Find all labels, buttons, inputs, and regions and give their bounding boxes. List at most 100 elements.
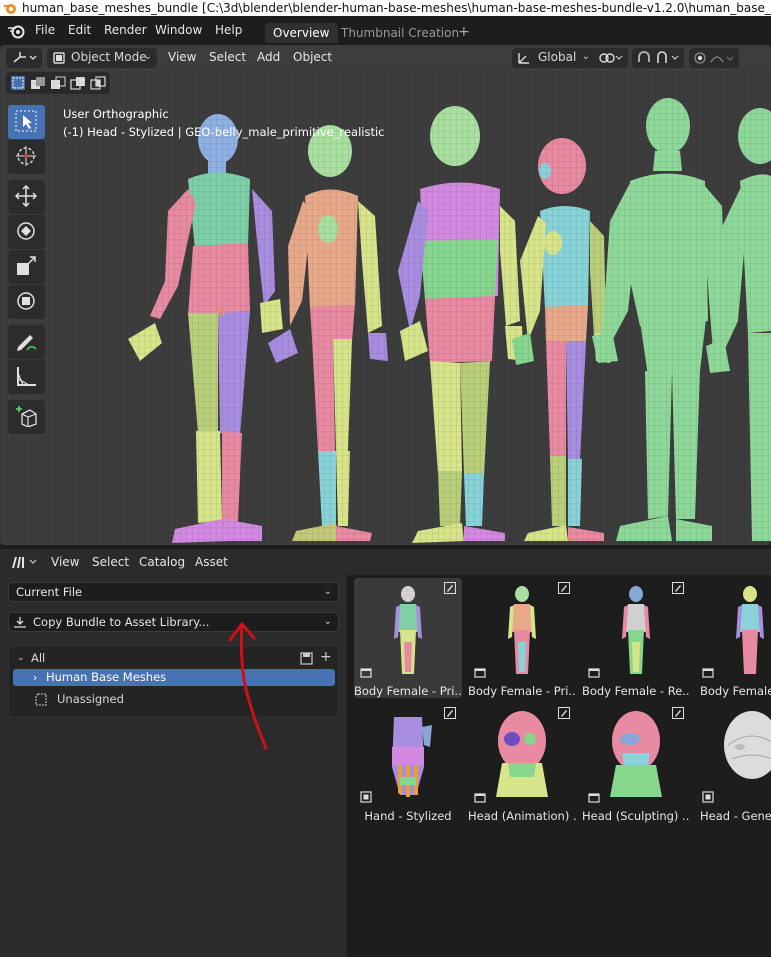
asset-library-label: Current File bbox=[16, 585, 83, 599]
asset-menu-catalog[interactable]: Catalog bbox=[139, 555, 185, 569]
asset-type-icon bbox=[588, 668, 600, 678]
asset-tile[interactable]: Hand - Stylized bbox=[354, 703, 462, 823]
object-type-icon bbox=[360, 791, 372, 803]
asset-type-icon bbox=[588, 793, 600, 803]
chevron-down-icon: ⌄ bbox=[323, 586, 332, 597]
asset-tile[interactable]: Body Female - Pri... bbox=[468, 578, 576, 698]
3d-cursor-icon bbox=[16, 146, 36, 166]
add-catalog-icon[interactable]: + bbox=[320, 649, 332, 666]
cursor-tool[interactable] bbox=[8, 140, 45, 174]
transform-tool[interactable] bbox=[8, 285, 45, 319]
import-method-dropdown[interactable]: Copy Bundle to Asset Library... ⌄ bbox=[8, 612, 339, 632]
asset-library-dropdown[interactable]: Current File ⌄ bbox=[8, 582, 339, 602]
asset-menu-select[interactable]: Select bbox=[92, 555, 129, 569]
measure-tool[interactable] bbox=[8, 360, 45, 394]
menu-window[interactable]: Window bbox=[155, 23, 202, 37]
catalog-item-human-base-meshes[interactable]: › Human Base Meshes bbox=[13, 669, 335, 686]
asset-grid: Body Female - Pri... Body Female - Pri..… bbox=[347, 575, 771, 957]
tab-thumbnail-creation[interactable]: Thumbnail Creation bbox=[333, 23, 467, 43]
asset-tile[interactable]: Body Female - Pri... bbox=[354, 578, 462, 698]
3d-viewport[interactable]: Object Mode ⌄ View Select Add Object Glo… bbox=[0, 45, 771, 545]
mode-label: Object Mode bbox=[71, 50, 147, 64]
proportional-edit-toggle[interactable] bbox=[689, 48, 739, 68]
edit-icon[interactable] bbox=[558, 707, 570, 719]
viewport-menu-add[interactable]: Add bbox=[257, 50, 280, 64]
mannequin-figures-scene[interactable] bbox=[0, 71, 771, 545]
menu-edit[interactable]: Edit bbox=[68, 23, 91, 37]
catalog-all-label: All bbox=[31, 651, 46, 665]
asset-thumbnail bbox=[394, 586, 422, 674]
asset-thumbnail bbox=[508, 586, 536, 674]
object-type-icon bbox=[702, 791, 714, 803]
viewport-menu-view[interactable]: View bbox=[168, 50, 196, 64]
asset-menu-view[interactable]: View bbox=[51, 555, 79, 569]
chevron-down-icon: ⌄ bbox=[17, 653, 25, 663]
transform-orientation-dropdown[interactable]: Global ⌄ bbox=[512, 48, 596, 68]
catalog-item-unassigned[interactable]: Unassigned bbox=[13, 691, 335, 708]
window-title: human_base_meshes_bundle [C:\3d\blender\… bbox=[22, 1, 771, 15]
asset-type-icon bbox=[702, 668, 714, 678]
top-menu-bar: File Edit Render Window Help Overview Th… bbox=[0, 16, 771, 45]
asset-tile[interactable]: Body Female - Re... bbox=[582, 578, 690, 698]
editor-type-button[interactable] bbox=[7, 552, 39, 572]
link-icon bbox=[599, 53, 623, 63]
move-tool[interactable] bbox=[8, 180, 45, 214]
catalog-tree: ⌄ All + › Human Base Meshes Unassigned bbox=[8, 645, 339, 717]
editor-type-button[interactable] bbox=[6, 48, 42, 68]
mode-dropdown[interactable]: Object Mode ⌄ bbox=[47, 48, 157, 68]
catalog-sidebar: Current File ⌄ Copy Bundle to Asset Libr… bbox=[0, 575, 347, 957]
add-workspace-icon[interactable]: + bbox=[458, 24, 470, 40]
viewport-menu-object[interactable]: Object bbox=[293, 50, 332, 64]
snap-magnet-icon bbox=[638, 51, 679, 63]
viewport-header: Object Mode ⌄ View Select Add Object Glo… bbox=[0, 45, 771, 71]
pencil-icon bbox=[17, 335, 37, 351]
asset-menu-asset[interactable]: Asset bbox=[195, 555, 228, 569]
rotate-tool[interactable] bbox=[8, 215, 45, 249]
menu-file[interactable]: File bbox=[35, 23, 55, 37]
view-name: User Orthographic bbox=[63, 107, 169, 121]
edit-icon[interactable] bbox=[444, 582, 456, 594]
object-mode-icon bbox=[53, 52, 65, 64]
scale-tool[interactable] bbox=[8, 250, 45, 284]
chevron-right-icon: › bbox=[33, 671, 38, 684]
asset-name: Head (Animation) ... bbox=[468, 809, 576, 823]
asset-browser-icon bbox=[12, 557, 37, 568]
chevron-down-icon: ⌄ bbox=[581, 51, 590, 62]
asset-name: Body Female - Re... bbox=[582, 684, 690, 698]
annotate-tool[interactable] bbox=[8, 325, 45, 359]
menu-render[interactable]: Render bbox=[104, 23, 147, 37]
viewport-menu-select[interactable]: Select bbox=[209, 50, 246, 64]
edit-icon[interactable] bbox=[444, 707, 456, 719]
blender-menu-icon[interactable] bbox=[7, 23, 25, 39]
asset-thumbnail bbox=[736, 586, 764, 674]
edit-icon[interactable] bbox=[672, 582, 684, 594]
asset-tile[interactable]: Head - Generic bbox=[696, 703, 771, 823]
edit-icon[interactable] bbox=[672, 707, 684, 719]
asset-name: Head - Generic bbox=[700, 809, 771, 823]
edit-icon[interactable] bbox=[558, 582, 570, 594]
orientation-axes-icon bbox=[518, 53, 529, 64]
asset-tile[interactable]: Head (Sculpting) ... bbox=[582, 703, 690, 823]
asset-browser-header: View Select Catalog Asset bbox=[0, 549, 771, 575]
tab-overview[interactable]: Overview bbox=[265, 23, 338, 43]
asset-name: Hand - Stylized bbox=[364, 809, 452, 823]
orientation-label: Global bbox=[538, 50, 577, 64]
viewport-info-overlay: User Orthographic (-1) Head - Stylized |… bbox=[63, 105, 384, 141]
catalog-all[interactable]: ⌄ All + bbox=[13, 649, 335, 667]
add-cube-tool[interactable] bbox=[8, 400, 45, 434]
asset-tile[interactable]: Head (Animation) ... bbox=[468, 703, 576, 823]
asset-type-icon bbox=[360, 668, 372, 678]
chevron-down-icon: ⌄ bbox=[323, 616, 332, 627]
asset-tile[interactable]: Body Female bbox=[696, 578, 771, 698]
snapping-toggle[interactable] bbox=[632, 48, 684, 68]
transform-icon bbox=[17, 292, 35, 310]
scale-icon bbox=[17, 256, 36, 275]
asset-thumbnail bbox=[496, 711, 548, 797]
asset-thumbnail bbox=[724, 711, 771, 779]
menu-help[interactable]: Help bbox=[215, 23, 242, 37]
asset-name: Body Female - Pri... bbox=[468, 684, 576, 698]
pivot-point-dropdown[interactable] bbox=[594, 48, 628, 68]
ruler-icon bbox=[17, 367, 36, 386]
select-box-tool[interactable] bbox=[8, 105, 45, 139]
save-catalogs-icon[interactable] bbox=[300, 652, 313, 665]
